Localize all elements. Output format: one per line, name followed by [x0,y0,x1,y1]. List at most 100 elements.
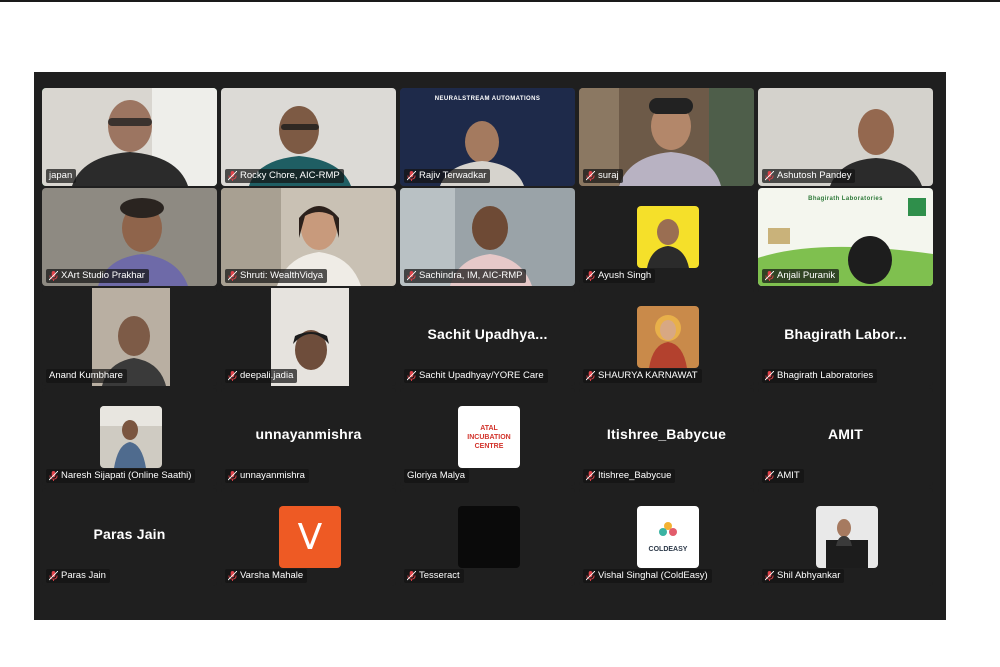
name-text: XArt Studio Prakhar [61,270,145,281]
mic-off-icon [586,471,595,481]
mic-off-icon [407,371,416,381]
mic-off-icon [586,171,595,181]
profile-picture [100,406,162,468]
participant-tile-naresh[interactable]: Naresh Sijapati (Online Saathi) [42,388,217,486]
name-label: Vishal Singhal (ColdEasy) [583,569,712,583]
participant-tile-varsha[interactable]: V Varsha Mahale [221,488,396,586]
name-label: Shruti: WealthVidya [225,269,328,283]
name-text: Vishal Singhal (ColdEasy) [598,570,708,581]
name-label: AMIT [762,469,804,483]
name-label: Tesseract [404,569,464,583]
name-label: Gloriya Malya [404,469,470,483]
participant-display-name: Sachit Upadhya... [427,326,548,342]
participant-tile-itishree[interactable]: Itishree_Babycue Itishree_Babycue [579,388,754,486]
name-text: Anand Kumbhare [49,370,123,381]
mic-off-icon [228,371,237,381]
avatar-initial: V [297,516,323,558]
name-text: Sachindra, IM, AIC-RMP [419,270,523,281]
top-divider [0,0,1000,2]
name-text: Shruti: WealthVidya [240,270,324,281]
name-text: Ayush Singh [598,270,652,281]
mic-off-icon [49,271,58,281]
profile-picture [816,506,878,568]
mic-off-icon [49,471,58,481]
participant-tile-shil[interactable]: Shil Abhyankar [758,488,933,586]
name-text: Naresh Sijapati (Online Saathi) [61,470,192,481]
name-label: Anjali Puranik [762,269,840,283]
avatar-image [637,306,699,368]
avatar-logo-text: ATAL INCUBATION CENTRE [467,424,511,450]
participant-display-name: Itishree_Babycue [606,426,727,442]
participant-tile-amit[interactable]: AMIT AMIT [758,388,933,486]
participant-display-name: unnayanmishra [255,426,362,442]
name-label: unnayanmishra [225,469,309,483]
name-label: suraj [583,169,623,183]
participant-tile-shruti[interactable]: Shruti: WealthVidya [221,188,396,286]
meeting-gallery: japan Rocky Chore, AIC-RMP NEURALSTREAM … [34,72,946,620]
name-label: japan [46,169,77,183]
mic-off-icon [407,571,416,581]
name-text: Rajiv Terwadkar [419,170,487,181]
participant-tile-xart[interactable]: XArt Studio Prakhar [42,188,217,286]
participant-tile-suraj[interactable]: suraj [579,88,754,186]
participant-tile-vishal[interactable]: COLDEASY Vishal Singhal (ColdEasy) [579,488,754,586]
participant-tile-paras[interactable]: Paras Jain Paras Jain [42,488,217,586]
mic-off-icon [49,571,58,581]
participant-tile-unnayan[interactable]: unnayanmishra unnayanmishra [221,388,396,486]
name-text: AMIT [777,470,800,481]
name-text: Varsha Mahale [240,570,304,581]
name-label: Rajiv Terwadkar [404,169,491,183]
name-text: japan [49,170,73,181]
profile-picture: V [279,506,341,568]
participant-display-name: Paras Jain [93,526,166,542]
participant-tile-sachindra[interactable]: Sachindra, IM, AIC-RMP [400,188,575,286]
participant-tile-japan[interactable]: japan [42,88,217,186]
participant-tile-shaurya[interactable]: SHAURYA KARNAWAT [579,288,754,386]
participant-tile-rocky[interactable]: Rocky Chore, AIC-RMP [221,88,396,186]
name-label: Ashutosh Pandey [762,169,856,183]
mic-off-icon [586,371,595,381]
participant-tile-bhagirath[interactable]: Bhagirath Labor... Bhagirath Laboratorie… [758,288,933,386]
participant-tile-tesseract[interactable]: Tesseract [400,488,575,586]
virtual-background-banner: Bhagirath Laboratories [808,196,883,202]
participant-tile-ashutosh[interactable]: Ashutosh Pandey [758,88,933,186]
name-label: Varsha Mahale [225,569,308,583]
mic-off-icon [228,271,237,281]
name-label: Anand Kumbhare [46,369,127,383]
participant-tile-sachit[interactable]: Sachit Upadhya... Sachit Upadhyay/YORE C… [400,288,575,386]
profile-picture: COLDEASY [637,506,699,568]
mic-off-icon [765,171,774,181]
participant-tile-anjali[interactable]: Bhagirath Laboratories Anjali Puranik [758,188,933,286]
avatar-image [100,406,162,468]
name-text: Ashutosh Pandey [777,170,852,181]
profile-picture: ATAL INCUBATION CENTRE [458,406,520,468]
mic-off-icon [586,271,595,281]
name-label: Shil Abhyankar [762,569,845,583]
name-text: Paras Jain [61,570,106,581]
avatar-image [637,206,699,268]
name-label: Sachindra, IM, AIC-RMP [404,269,527,283]
participant-tile-anand[interactable]: Anand Kumbhare [42,288,217,386]
participant-tile-gloriya[interactable]: ATAL INCUBATION CENTRE Gloriya Malya [400,388,575,486]
participant-tile-deepali[interactable]: deepali.jadia [221,288,396,386]
name-text: SHAURYA KARNAWAT [598,370,698,381]
coldeasy-logo-icon [659,522,677,536]
name-label: Sachit Upadhyay/YORE Care [404,369,548,383]
name-text: deepali.jadia [240,370,294,381]
name-text: Rocky Chore, AIC-RMP [240,170,340,181]
virtual-background-banner: NEURALSTREAM AUTOMATIONS [434,96,541,102]
participant-tile-ayush[interactable]: Ayush Singh [579,188,754,286]
name-label: Ayush Singh [583,269,656,283]
name-label: XArt Studio Prakhar [46,269,149,283]
name-text: Bhagirath Laboratories [777,370,874,381]
mic-off-icon [228,171,237,181]
name-label: Rocky Chore, AIC-RMP [225,169,344,183]
mic-off-icon [228,571,237,581]
name-text: Anjali Puranik [777,270,836,281]
name-text: Itishree_Babycue [598,470,672,481]
participant-tile-rajiv[interactable]: NEURALSTREAM AUTOMATIONS Rajiv Terwadkar [400,88,575,186]
profile-picture [458,506,520,568]
name-label: Naresh Sijapati (Online Saathi) [46,469,196,483]
mic-off-icon [765,271,774,281]
mic-off-icon [765,371,774,381]
